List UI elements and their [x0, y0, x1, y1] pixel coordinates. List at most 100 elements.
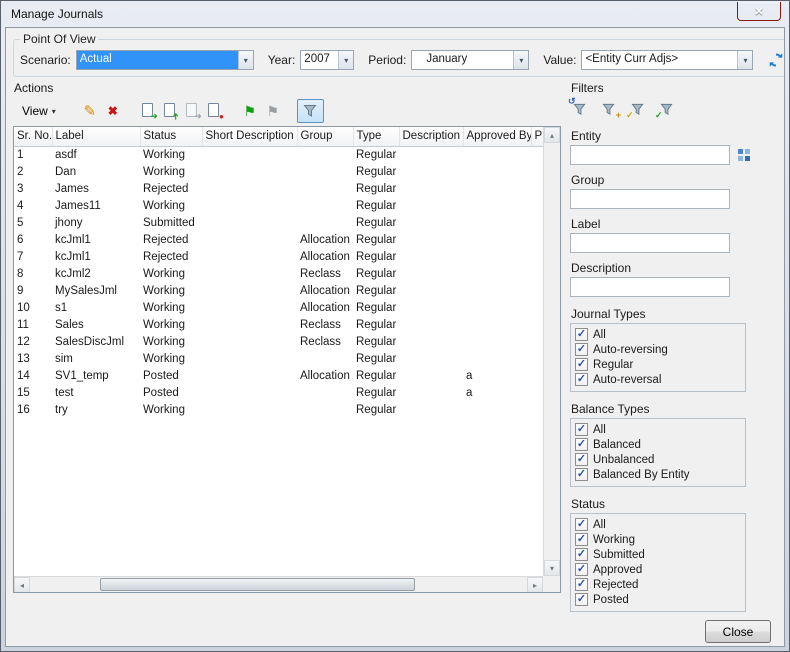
checkbox-icon[interactable]: ✓	[575, 328, 588, 341]
checkbox-icon[interactable]: ✓	[575, 358, 588, 371]
checkbox-icon[interactable]: ✓	[575, 423, 588, 436]
table-row[interactable]: 4James11WorkingRegular	[14, 197, 543, 214]
table-row[interactable]: 1asdfWorkingRegular	[14, 146, 543, 163]
table-row[interactable]: 16tryWorkingRegular	[14, 401, 543, 418]
checkbox-option-regular[interactable]: ✓Regular	[575, 357, 741, 372]
table-row[interactable]: 14SV1_tempPostedAllocationRegulara	[14, 367, 543, 384]
column-header-short-description[interactable]: Short Description	[202, 127, 297, 146]
chevron-down-icon[interactable]: ▾	[513, 51, 528, 69]
table-cell	[531, 384, 543, 401]
filter-add-icon[interactable]: +	[599, 99, 619, 119]
checkbox-option-rejected[interactable]: ✓Rejected	[575, 577, 741, 592]
view-menu-button[interactable]: View ▾	[15, 101, 63, 121]
table-row[interactable]: 3JamesRejectedRegular	[14, 180, 543, 197]
actions-title: Actions	[14, 81, 561, 95]
checkbox-icon[interactable]: ✓	[575, 593, 588, 606]
table-row[interactable]: 15testPostedRegulara	[14, 384, 543, 401]
table-cell: Working	[140, 265, 202, 282]
description-filter-input[interactable]	[570, 277, 730, 297]
title-bar[interactable]: Manage Journals ✕	[1, 1, 789, 27]
table-row[interactable]: 7kcJml1RejectedAllocationRegular	[14, 248, 543, 265]
year-dropdown[interactable]: 2007 ▾	[300, 50, 354, 70]
horizontal-scrollbar[interactable]: ◂ ▸	[14, 576, 543, 592]
unpost-journal-icon[interactable]: ●	[206, 102, 223, 120]
chevron-down-icon[interactable]: ▾	[238, 51, 253, 69]
checkbox-option-all[interactable]: ✓All	[575, 327, 741, 342]
delete-journal-icon[interactable]: ✖	[104, 102, 122, 120]
checkbox-option-balanced-by-entity[interactable]: ✓Balanced By Entity	[575, 467, 741, 482]
horizontal-scroll-thumb[interactable]	[100, 578, 415, 591]
column-header-approved-by[interactable]: Approved By	[463, 127, 531, 146]
submit-journal-icon[interactable]: ➜	[162, 102, 179, 120]
table-row[interactable]: 12SalesDiscJmlWorkingReclassRegular	[14, 333, 543, 350]
checkbox-icon[interactable]: ✓	[575, 343, 588, 356]
table-row[interactable]: 13simWorkingRegular	[14, 350, 543, 367]
checkbox-option-posted[interactable]: ✓Posted	[575, 592, 741, 607]
scroll-up-button[interactable]: ▴	[544, 127, 560, 143]
checkbox-icon[interactable]: ✓	[575, 533, 588, 546]
scroll-right-button[interactable]: ▸	[527, 577, 543, 593]
column-header-status[interactable]: Status	[140, 127, 202, 146]
table-row[interactable]: 9MySalesJmlWorkingAllocationRegular	[14, 282, 543, 299]
checkbox-option-working[interactable]: ✓Working	[575, 532, 741, 547]
column-header-description[interactable]: Description	[399, 127, 463, 146]
filter-apply-icon[interactable]: ✓	[657, 99, 677, 119]
checkbox-option-balanced[interactable]: ✓Balanced	[575, 437, 741, 452]
checkbox-icon[interactable]: ✓	[575, 438, 588, 451]
value-dropdown[interactable]: <Entity Curr Adjs> ▾	[581, 50, 753, 70]
table-row[interactable]: 10s1WorkingAllocationRegular	[14, 299, 543, 316]
checkbox-option-submitted[interactable]: ✓Submitted	[575, 547, 741, 562]
table-row[interactable]: 5jhonySubmittedRegular	[14, 214, 543, 231]
checkbox-option-auto-reversal[interactable]: ✓Auto-reversal	[575, 372, 741, 387]
table-row[interactable]: 2DanWorkingRegular	[14, 163, 543, 180]
entity-filter-input[interactable]	[570, 145, 730, 165]
green-arrow-icon: ➜	[150, 112, 158, 121]
vertical-scrollbar[interactable]: ▴ ▾	[543, 127, 560, 576]
table-cell	[202, 350, 297, 367]
column-header-label[interactable]: Label	[52, 127, 140, 146]
edit-journal-icon[interactable]: ✎	[81, 102, 99, 120]
column-header-sr-no-[interactable]: Sr. No.	[14, 127, 52, 146]
scroll-left-button[interactable]: ◂	[14, 577, 30, 593]
column-header-p[interactable]: P	[531, 127, 543, 146]
checkbox-label: Approved	[593, 564, 642, 576]
period-dropdown[interactable]: January ▾	[411, 50, 529, 70]
table-row[interactable]: 11SalesWorkingReclassRegular	[14, 316, 543, 333]
table-cell	[202, 299, 297, 316]
chevron-down-icon[interactable]: ▾	[737, 51, 752, 69]
filter-toggle-button[interactable]	[297, 99, 324, 123]
column-header-group[interactable]: Group	[297, 127, 353, 146]
chevron-down-icon[interactable]: ▾	[338, 51, 353, 69]
label-filter-input[interactable]	[570, 233, 730, 253]
column-header-type[interactable]: Type	[353, 127, 399, 146]
close-button[interactable]: Close	[705, 620, 771, 643]
filter-save-icon[interactable]: ✓	[628, 99, 648, 119]
checkbox-option-auto-reversing[interactable]: ✓Auto-reversing	[575, 342, 741, 357]
checkbox-icon[interactable]: ✓	[575, 578, 588, 591]
table-cell: SalesDiscJml	[52, 333, 140, 350]
member-selector-icon[interactable]	[735, 146, 753, 164]
new-journal-icon[interactable]: ➜	[140, 102, 157, 120]
checkbox-option-all[interactable]: ✓All	[575, 422, 741, 437]
checkbox-option-unbalanced[interactable]: ✓Unbalanced	[575, 452, 741, 467]
table-cell	[463, 333, 531, 350]
scroll-down-button[interactable]: ▾	[544, 560, 560, 576]
checkbox-option-all[interactable]: ✓All	[575, 517, 741, 532]
checkbox-icon[interactable]: ✓	[575, 518, 588, 531]
group-filter-input[interactable]	[570, 189, 730, 209]
checkbox-option-approved[interactable]: ✓ Approved	[575, 562, 741, 577]
checkbox-icon[interactable]: ✓	[575, 373, 588, 386]
checkbox-icon[interactable]: ✓	[575, 453, 588, 466]
filter-reset-icon[interactable]: ↺	[570, 99, 590, 119]
reject-flag-icon[interactable]: ⚑	[264, 102, 282, 120]
window-close-button[interactable]: ✕	[737, 2, 781, 21]
approve-flag-icon[interactable]: ⚑	[241, 102, 259, 120]
checkbox-icon[interactable]: ✓	[575, 563, 588, 576]
checkbox-icon[interactable]: ✓	[575, 468, 588, 481]
scenario-dropdown[interactable]: Actual ▾	[76, 50, 254, 70]
checkbox-icon[interactable]: ✓	[575, 548, 588, 561]
refresh-button[interactable]	[766, 50, 785, 70]
table-row[interactable]: 6kcJml1RejectedAllocationRegular	[14, 231, 543, 248]
unsubmit-journal-icon[interactable]: ➜	[184, 102, 201, 120]
table-row[interactable]: 8kcJml2WorkingReclassRegular	[14, 265, 543, 282]
